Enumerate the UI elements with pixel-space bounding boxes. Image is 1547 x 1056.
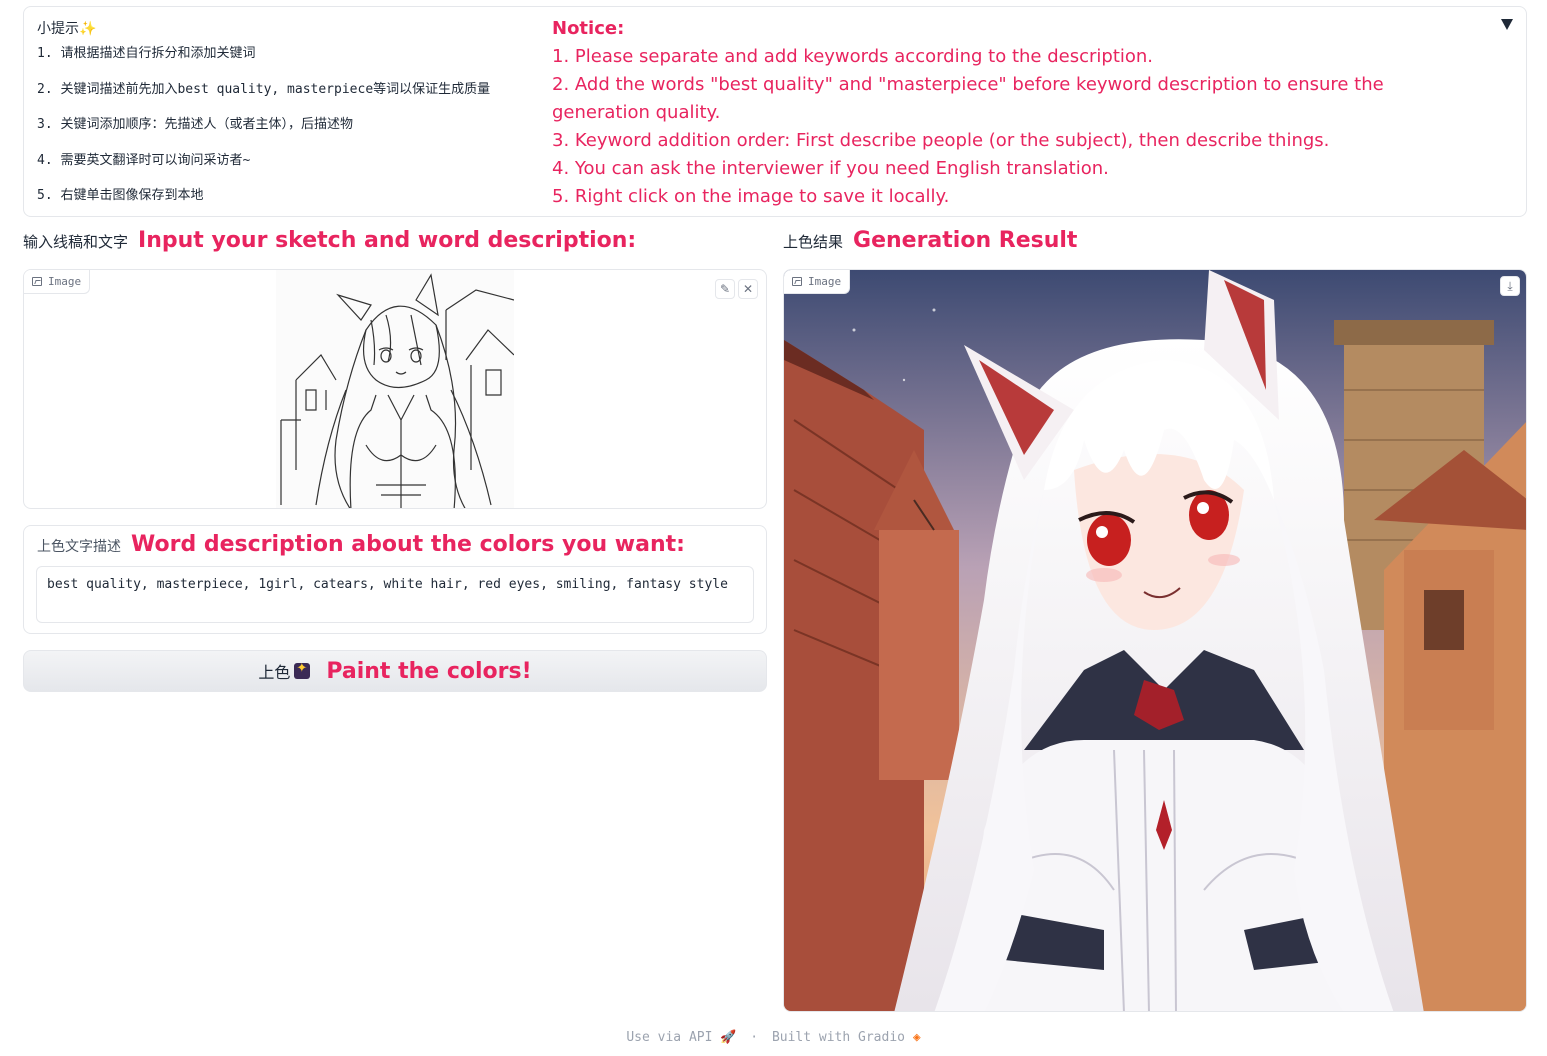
image-tag: Image — [24, 270, 91, 294]
rocket-icon: 🚀 — [720, 1030, 737, 1045]
collapse-triangle-icon[interactable] — [1501, 19, 1513, 30]
image-icon — [792, 277, 802, 286]
image-tag-label: Image — [48, 275, 82, 288]
color-description-label: 上色文字描述 Word description about the colors… — [37, 532, 685, 557]
description-label-cn: 上色文字描述 — [37, 539, 121, 555]
sparkle-icon — [294, 661, 311, 679]
tip-item: 1. 请根据描述自行拆分和添加关键词 — [37, 46, 256, 61]
color-description-block: 上色文字描述 Word description about the colors… — [23, 525, 767, 634]
sketch-image-input[interactable]: Image ✎ ✕ — [23, 269, 767, 509]
footer: Use via API 🚀 · Built with Gradio ◈ — [0, 1030, 1547, 1045]
tips-title: 小提示✨ — [37, 21, 97, 37]
notice-english: Notice: 1. Please separate and add keywo… — [552, 15, 1412, 211]
tip-item: 4. 需要英文翻译时可以询问采访者~ — [37, 152, 251, 168]
image-tag: Image — [784, 270, 851, 294]
tip-item: 2. 关键词描述前先加入best quality, masterpiece等词以… — [37, 81, 491, 97]
paint-colors-button[interactable]: 上色 Paint the colors! — [23, 650, 767, 692]
paint-button-cn: 上色 — [258, 659, 311, 683]
output-section-label: 上色结果 Generation Result — [783, 228, 1077, 253]
notice-item: 4. You can ask the interviewer if you ne… — [552, 158, 1109, 179]
notice-item: 5. Right click on the image to save it l… — [552, 186, 950, 207]
input-label-en: Input your sketch and word description: — [138, 228, 637, 253]
footer-separator: · — [750, 1030, 759, 1045]
image-tag-label: Image — [808, 275, 842, 288]
paint-button-label-cn: 上色 — [258, 663, 291, 682]
download-icon[interactable]: ⤓ — [1500, 276, 1520, 296]
notice-item: 1. Please separate and add keywords acco… — [552, 46, 1154, 67]
anime-girl-image — [784, 270, 1526, 1011]
description-label-en: Word description about the colors you wa… — [131, 532, 685, 557]
image-icon — [32, 277, 42, 286]
sketch-image — [276, 270, 514, 508]
generation-result-image[interactable]: Image ⤓ — [783, 269, 1527, 1012]
gradio-logo-icon: ◈ — [912, 1030, 921, 1045]
edit-pencil-icon[interactable]: ✎ — [715, 279, 735, 299]
color-description-input[interactable]: best quality, masterpiece, 1girl, catear… — [36, 566, 754, 623]
notice-panel: 小提示✨ 1. 请根据描述自行拆分和添加关键词 2. 关键词描述前先加入best… — [23, 6, 1527, 217]
output-label-cn: 上色结果 — [783, 233, 844, 251]
notice-item: 3. Keyword addition order: First describ… — [552, 130, 1330, 151]
close-icon[interactable]: ✕ — [738, 279, 758, 299]
use-via-api-link[interactable]: Use via API — [626, 1030, 712, 1045]
tip-item: 3. 关键词添加顺序：先描述人（或者主体），后描述物 — [37, 117, 353, 132]
input-section-label: 输入线稿和文字 Input your sketch and word descr… — [23, 228, 636, 253]
tip-item: 5. 右键单击图像保存到本地 — [37, 188, 204, 203]
paint-button-label-en: Paint the colors! — [326, 658, 532, 684]
notice-item: 2. Add the words "best quality" and "mas… — [552, 74, 1384, 123]
notice-title: Notice: — [552, 18, 625, 39]
tips-list: 1. 请根据描述自行拆分和添加关键词 2. 关键词描述前先加入best qual… — [37, 45, 490, 223]
built-with-gradio-link[interactable]: Built with Gradio — [772, 1030, 905, 1045]
output-label-en: Generation Result — [853, 228, 1078, 253]
input-label-cn: 输入线稿和文字 — [23, 233, 129, 251]
